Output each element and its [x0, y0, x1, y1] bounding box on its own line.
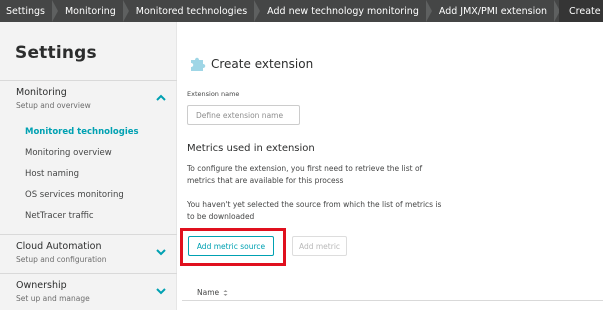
extension-name-label: Extension name [187, 90, 240, 98]
sidebar-item-monitored-technologies[interactable]: Monitored technologies [25, 127, 139, 137]
sort-icon [223, 289, 228, 296]
sidebar-title: Settings [15, 43, 97, 63]
breadcrumb-create-extension: Create extension [559, 0, 603, 22]
add-metric-button: Add metric [292, 236, 347, 256]
sidebar-section-monitoring[interactable]: Monitoring Setup and overview [0, 80, 177, 112]
metrics-heading: Metrics used in extension [187, 143, 315, 154]
extension-name-input[interactable] [187, 105, 300, 125]
sidebar-section-subtitle: Setup and configuration [16, 255, 107, 264]
breadcrumb-monitored-technologies[interactable]: Monitored technologies [128, 0, 261, 22]
chevron-down-icon[interactable] [155, 246, 167, 258]
chevron-down-icon[interactable] [155, 285, 167, 297]
breadcrumb-add-jmx-pmi-extension[interactable]: Add JMX/PMI extension [431, 0, 561, 22]
sidebar-section-ownership[interactable]: Ownership Set up and manage [0, 273, 177, 310]
name-column-header[interactable]: Name [197, 288, 228, 297]
breadcrumb-settings[interactable]: Settings [0, 0, 58, 22]
sidebar-section-subtitle: Setup and overview [16, 101, 91, 110]
table-divider [182, 300, 603, 301]
settings-sidebar: Settings Monitoring Setup and overview M… [0, 22, 177, 310]
metrics-intro-text: To configure the extension, you first ne… [187, 164, 423, 185]
puzzle-icon [189, 54, 207, 72]
sidebar-section-title: Ownership [16, 280, 67, 291]
sidebar-item-os-services-monitoring[interactable]: OS services monitoring [25, 190, 124, 200]
sidebar-section-title: Monitoring [16, 87, 67, 98]
sidebar-section-title: Cloud Automation [16, 241, 102, 252]
breadcrumb: Settings Monitoring Monitored technologi… [0, 0, 603, 22]
sidebar-item-host-naming[interactable]: Host naming [25, 169, 79, 179]
breadcrumb-monitoring[interactable]: Monitoring [57, 0, 129, 22]
page-title: Create extension [211, 57, 314, 71]
breadcrumb-add-new-technology-monitoring[interactable]: Add new technology monitoring [259, 0, 432, 22]
sidebar-section-subtitle: Set up and manage [16, 294, 90, 303]
column-header-label: Name [197, 288, 220, 297]
add-metric-source-button[interactable]: Add metric source [188, 236, 274, 256]
sidebar-section-cloud-automation[interactable]: Cloud Automation Setup and configuration [0, 234, 177, 272]
sidebar-item-monitoring-overview[interactable]: Monitoring overview [25, 148, 112, 158]
sidebar-item-nettracer-traffic[interactable]: NetTracer traffic [25, 211, 94, 221]
chevron-up-icon[interactable] [155, 92, 167, 104]
metrics-notice-text: You haven't yet selected the source from… [187, 200, 442, 221]
main-content: Create extension Extension name Metrics … [178, 22, 603, 310]
